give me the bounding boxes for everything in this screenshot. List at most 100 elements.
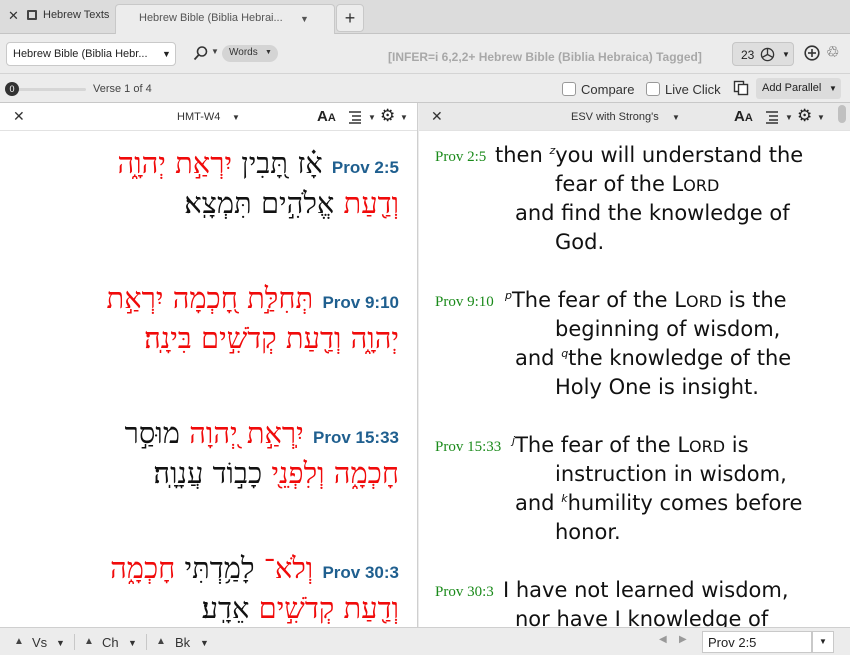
search-mode-dropdown[interactable]: Words ▼ (222, 45, 278, 62)
hebrew-word[interactable]: תְּחִלַּ֣ת (247, 281, 313, 315)
hebrew-word[interactable]: חָכְמָ֑ה (110, 551, 175, 585)
hebrew-verse-line: Prov 2:5 אָ֗ז תָּ֭בִין יִרְאַ֣ת יְהוָ֑ה (118, 143, 399, 188)
chevron-down-icon[interactable]: ▼ (211, 47, 219, 56)
verse-slider-knob[interactable]: 0 (5, 82, 19, 96)
close-icon[interactable]: ✕ (8, 8, 19, 24)
cross-reference-marker[interactable]: p (505, 289, 512, 302)
resource-selector-button[interactable]: Hebrew Bible (Biblia Hebr... ▼ (6, 42, 176, 66)
text-display-icon[interactable] (766, 110, 782, 124)
link-set-button[interactable]: 23 ▼ (732, 42, 794, 66)
hebrew-word[interactable]: יְהוָ֑ה (118, 146, 166, 180)
hebrew-word[interactable]: לָמַ֥דְתִּי (185, 551, 255, 585)
tab-hebrew-bible[interactable]: Hebrew Bible (Biblia Hebrai... ▼ (115, 4, 335, 34)
verse-reference[interactable]: Prov 9:10 (322, 293, 399, 312)
font-size-icon[interactable]: AA (734, 108, 753, 125)
hebrew-word[interactable]: מוּסַ֣ר (125, 416, 180, 450)
new-tab-button[interactable]: + (336, 4, 364, 32)
live-click-label[interactable]: Live Click (665, 82, 721, 97)
chevron-down-icon[interactable]: ▼ (672, 113, 680, 122)
hebrew-word[interactable]: קְדֹשִׁ֣ים (201, 321, 277, 355)
hebrew-word[interactable]: יִרְאַ֣ת (107, 281, 164, 315)
divine-name-rest: ORD (689, 437, 726, 456)
hebrew-word[interactable]: וְדַ֖עַת (286, 321, 341, 355)
verse-reference[interactable]: Prov 9:10 (435, 294, 494, 311)
english-verse-line: pThe fear of the LORD is the (505, 286, 787, 316)
chevron-down-icon[interactable]: ▼ (232, 113, 240, 122)
chevron-down-icon[interactable]: ▼ (817, 113, 825, 122)
history-forward-icon[interactable]: ▶ (679, 634, 687, 645)
hebrew-word[interactable]: יִרְאַ֣ת (175, 146, 232, 180)
hebrew-word[interactable]: יִֽרְאַ֣ת (247, 416, 304, 450)
verse-reference[interactable]: Prov 30:3 (322, 563, 399, 582)
verse-text: and find the knowledge of (515, 201, 790, 225)
compare-label[interactable]: Compare (581, 82, 634, 97)
tab-hebrew-texts[interactable]: Hebrew Texts (43, 9, 109, 21)
verse-reference[interactable]: Prov 15:33 (435, 439, 501, 456)
gear-icon[interactable]: ⚙ (380, 106, 395, 126)
hebrew-word[interactable]: חָ֭כְמָה (173, 281, 238, 315)
divine-name[interactable]: LORD (677, 433, 725, 457)
divine-name[interactable]: LORD (674, 288, 722, 312)
hebrew-word[interactable]: חָכְמָ֑ה (334, 456, 399, 490)
hebrew-word[interactable]: קְדֹשִׁ֣ים (259, 591, 335, 625)
search-mode-label: Words (229, 47, 258, 58)
compare-checkbox[interactable] (562, 82, 576, 96)
expand-icon[interactable] (27, 10, 37, 20)
live-click-checkbox[interactable] (646, 82, 660, 96)
hebrew-word[interactable]: וְלִפְנֵ֖י (271, 456, 324, 490)
previous-book-icon[interactable]: ▲ (156, 636, 166, 647)
verse-reference[interactable]: Prov 2:5 (435, 149, 486, 166)
chevron-down-icon[interactable]: ▼ (368, 113, 376, 122)
chevron-down-icon[interactable]: ▼ (300, 14, 309, 24)
hebrew-word[interactable]: עֲנָוָֽה׃ (153, 456, 203, 490)
hebrew-word[interactable]: תָּ֭בִין (241, 146, 288, 180)
hebrew-word[interactable]: וְלֹא־ (264, 551, 314, 585)
reference-input[interactable]: Prov 2:5 (702, 631, 812, 653)
hebrew-word[interactable]: יְהוָ֑ה (351, 321, 399, 355)
hebrew-word[interactable]: וְדַ֖עַת (344, 591, 399, 625)
hebrew-word[interactable]: אָ֗ז (297, 146, 323, 180)
divine-name-rest: ORD (683, 176, 720, 195)
hebrew-word[interactable]: יְ֭הוָה (189, 416, 237, 450)
close-pane-icon[interactable]: ✕ (431, 108, 443, 125)
pane-title[interactable]: HMT-W4 (177, 111, 220, 123)
text-display-icon[interactable] (349, 110, 365, 124)
next-book-icon[interactable]: ▼ (200, 638, 209, 648)
gear-icon[interactable]: ⚙ (797, 106, 812, 126)
hebrew-word[interactable]: וְדַ֖עַת (344, 186, 399, 220)
verse-reference[interactable]: Prov 2:5 (332, 158, 399, 177)
scrollbar[interactable] (838, 105, 846, 123)
hebrew-word[interactable]: בִּינָֽה׃ (144, 321, 192, 355)
add-parallel-button[interactable]: Add Parallel ▼ (756, 78, 841, 99)
english-verse-line: and qthe knowledge of the (515, 344, 791, 373)
english-text-pane: ✕ ESV with Strong's ▼ AA ▼ ⚙ ▼ Prov 2:5 t… (419, 103, 850, 627)
chevron-down-icon[interactable]: ▼ (785, 113, 793, 122)
verse-reference[interactable]: Prov 30:3 (435, 584, 494, 601)
pane-title[interactable]: ESV with Strong's (571, 111, 659, 123)
previous-chapter-icon[interactable]: ▲ (84, 636, 94, 647)
hebrew-word[interactable]: כָב֣וֹד (213, 456, 263, 490)
divine-name[interactable]: LORD (672, 172, 720, 196)
history-back-icon[interactable]: ◀ (659, 634, 667, 645)
reference-dropdown-button[interactable]: ▼ (812, 631, 834, 653)
resource-toolbar: Hebrew Bible (Biblia Hebr... ▼ ▼ Words ▼… (0, 34, 850, 74)
next-chapter-icon[interactable]: ▼ (128, 638, 137, 648)
previous-verse-icon[interactable]: ▲ (14, 636, 24, 647)
close-pane-icon[interactable]: ✕ (13, 108, 25, 125)
chapter-nav-label[interactable]: Ch (102, 635, 119, 650)
search-icon[interactable] (193, 45, 209, 61)
hebrew-word[interactable]: אֵדָֽע׃ (202, 591, 250, 625)
next-verse-icon[interactable]: ▼ (56, 638, 65, 648)
book-nav-label[interactable]: Bk (175, 635, 190, 650)
add-circle-icon[interactable] (804, 45, 820, 61)
verse-nav-label[interactable]: Vs (32, 635, 47, 650)
verse-slider-track[interactable] (18, 88, 86, 91)
font-size-icon[interactable]: AA (317, 108, 336, 125)
parallel-pages-icon[interactable] (733, 80, 749, 96)
hebrew-word[interactable]: אֱלֹהִ֣ים (261, 186, 334, 220)
hebrew-verse-line: וְדַ֖עַת קְדֹשִׁ֣ים אֵדָֽע׃ (202, 588, 399, 627)
recycle-icon[interactable]: ♲ (826, 43, 839, 61)
chevron-down-icon[interactable]: ▼ (400, 113, 408, 122)
hebrew-word[interactable]: תִּמְצָֽא׃ (184, 186, 251, 220)
verse-reference[interactable]: Prov 15:33 (313, 428, 399, 447)
